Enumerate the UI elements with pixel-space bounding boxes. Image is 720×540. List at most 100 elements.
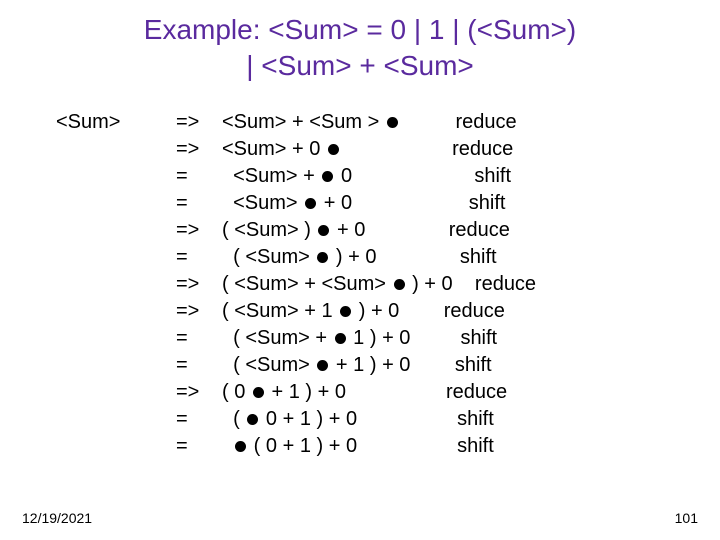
step-action: reduce [455, 111, 516, 133]
step-post: 1 ) + 0 [348, 327, 411, 349]
step-padding [357, 408, 457, 430]
marker-dot-icon [335, 333, 346, 344]
footer-date: 12/19/2021 [22, 510, 92, 526]
derivation-op: = [176, 244, 222, 271]
step-action: reduce [452, 138, 513, 160]
derivation-step: ( <Sum> + 1 ) + 0 shift [222, 325, 720, 352]
derivation-lhs [56, 163, 176, 190]
derivation-op: = [176, 406, 222, 433]
title-line-1: Example: <Sum> = 0 | 1 | (<Sum>) [0, 12, 720, 48]
step-padding [399, 300, 443, 322]
step-padding [341, 138, 452, 160]
derivation-step: ( <Sum> ) + 0 reduce [222, 217, 720, 244]
derivation-lhs [56, 379, 176, 406]
derivation-step: ( 0 + 1 ) + 0 shift [222, 406, 720, 433]
derivation-op: = [176, 163, 222, 190]
step-action: reduce [444, 300, 505, 322]
title-line-2: | <Sum> + <Sum> [0, 48, 720, 84]
step-padding [400, 111, 456, 133]
marker-dot-icon [322, 171, 333, 182]
derivation-op: => [176, 217, 222, 244]
step-action: shift [460, 246, 497, 268]
step-action: shift [457, 435, 494, 457]
marker-dot-icon [317, 252, 328, 263]
step-post: ( 0 + 1 ) + 0 [248, 435, 357, 457]
step-action: shift [455, 354, 492, 376]
derivation-op: = [176, 352, 222, 379]
step-action: shift [474, 165, 511, 187]
step-action: reduce [449, 219, 510, 241]
step-pre: ( [222, 408, 245, 430]
derivation-step: ( 0 + 1 ) + 0 reduce [222, 379, 720, 406]
derivation-op: = [176, 190, 222, 217]
step-pre [222, 435, 233, 457]
derivation-lhs [56, 271, 176, 298]
marker-dot-icon [247, 414, 258, 425]
step-action: shift [460, 327, 497, 349]
derivation-lhs: <Sum> [56, 109, 176, 136]
marker-dot-icon [387, 117, 398, 128]
step-post: ) + 0 [353, 300, 399, 322]
derivation-op: = [176, 433, 222, 460]
derivation-lhs [56, 352, 176, 379]
step-pre: ( <Sum> + 1 [222, 300, 338, 322]
derivation-lhs [56, 217, 176, 244]
marker-dot-icon [305, 198, 316, 209]
step-post: + 1 ) + 0 [266, 381, 346, 403]
derivation-step: ( 0 + 1 ) + 0 shift [222, 433, 720, 460]
marker-dot-icon [318, 225, 329, 236]
marker-dot-icon [253, 387, 264, 398]
derivation-lhs [56, 190, 176, 217]
step-pre: <Sum> + 0 [222, 138, 326, 160]
derivation-op: => [176, 136, 222, 163]
derivation-step: ( <Sum> + 1 ) + 0 shift [222, 352, 720, 379]
derivation-step: <Sum> + 0 shift [222, 190, 720, 217]
derivation-step: <Sum> + <Sum > reduce [222, 109, 720, 136]
step-padding [365, 219, 448, 241]
step-action: reduce [446, 381, 507, 403]
derivation-lhs [56, 298, 176, 325]
derivation-op: => [176, 109, 222, 136]
derivation-op: => [176, 298, 222, 325]
marker-dot-icon [317, 360, 328, 371]
derivation-step: ( <Sum> + 1 ) + 0 reduce [222, 298, 720, 325]
step-action: shift [469, 192, 506, 214]
step-pre: ( 0 [222, 381, 251, 403]
step-pre: ( <Sum> [222, 354, 315, 376]
derivation-lhs [56, 136, 176, 163]
step-padding [410, 327, 460, 349]
derivation-step: ( <Sum> ) + 0 shift [222, 244, 720, 271]
marker-dot-icon [340, 306, 351, 317]
step-post: 0 + 1 ) + 0 [260, 408, 357, 430]
derivation-step: ( <Sum> + <Sum> ) + 0 reduce [222, 271, 720, 298]
derivation-lhs [56, 244, 176, 271]
marker-dot-icon [328, 144, 339, 155]
step-padding [357, 435, 457, 457]
step-pre: ( <Sum> + [222, 327, 333, 349]
step-pre: <Sum> [222, 192, 303, 214]
step-pre: ( <Sum> + <Sum> [222, 273, 392, 295]
step-post: ) + 0 [407, 273, 453, 295]
step-padding [352, 165, 474, 187]
derivation-block: <Sum>=><Sum> + <Sum > reduce=><Sum> + 0 … [0, 85, 720, 460]
step-padding [346, 381, 446, 403]
step-post: + 1 ) + 0 [330, 354, 410, 376]
slide-title: Example: <Sum> = 0 | 1 | (<Sum>) | <Sum>… [0, 0, 720, 85]
step-pre: <Sum> + <Sum > [222, 111, 385, 133]
step-padding [453, 273, 475, 295]
step-pre: <Sum> + [222, 165, 320, 187]
derivation-step: <Sum> + 0 reduce [222, 136, 720, 163]
step-post: + 0 [331, 219, 365, 241]
marker-dot-icon [235, 441, 246, 452]
derivation-lhs [56, 433, 176, 460]
step-padding [377, 246, 460, 268]
step-padding [410, 354, 454, 376]
derivation-op: => [176, 271, 222, 298]
step-action: shift [457, 408, 494, 430]
step-post: + 0 [318, 192, 352, 214]
step-pre: ( <Sum> [222, 246, 315, 268]
marker-dot-icon [394, 279, 405, 290]
step-action: reduce [475, 273, 536, 295]
footer-page: 101 [675, 510, 698, 526]
derivation-lhs [56, 406, 176, 433]
